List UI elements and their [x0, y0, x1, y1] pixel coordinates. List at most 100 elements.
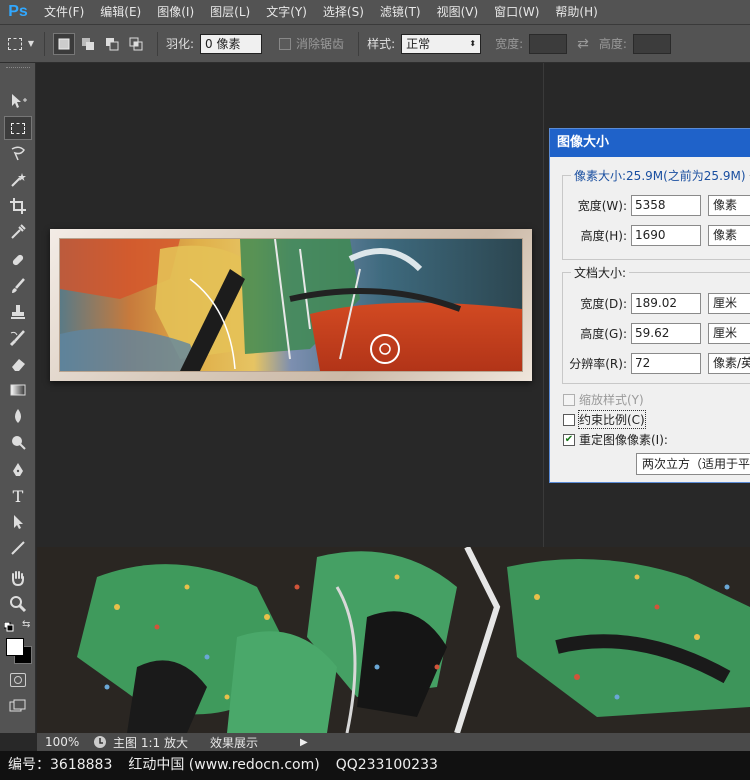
path-select-tool[interactable]: [4, 510, 32, 534]
quick-mask-icon: [14, 676, 22, 684]
hand-icon: [12, 571, 24, 587]
doc-height-label: 高度(G):: [580, 326, 627, 341]
tool-preset-picker[interactable]: ▼: [6, 32, 36, 56]
doc-info-icon[interactable]: [93, 735, 107, 749]
menu-type[interactable]: 文字(Y): [258, 0, 315, 25]
blur-tool[interactable]: [4, 404, 32, 428]
height-input[interactable]: [632, 33, 671, 54]
hand-tool[interactable]: [4, 566, 32, 590]
clone-stamp-icon: [11, 305, 25, 319]
magic-wand-icon: [11, 173, 26, 187]
menu-filter[interactable]: 滤镜(T): [372, 0, 429, 25]
document-size-legend: 文档大小:: [571, 264, 630, 281]
chevron-down-icon: ▼: [27, 39, 35, 48]
status-menu-arrow-icon[interactable]: ▶: [300, 737, 308, 748]
add-selection-button[interactable]: [77, 33, 99, 55]
height-label: 高度:: [598, 37, 627, 51]
menu-window[interactable]: 窗口(W): [486, 0, 547, 25]
swap-icon[interactable]: ⇄: [577, 36, 589, 52]
resample-checkbox[interactable]: ✔ 重定图像像素(I):: [563, 431, 668, 448]
px-width-label: 宽度(W):: [577, 198, 627, 213]
watermark-qq: QQ233100233: [335, 757, 438, 773]
zoom-tool[interactable]: [4, 592, 32, 616]
gradient-tool[interactable]: [4, 378, 32, 402]
resolution-input[interactable]: 72: [631, 352, 701, 374]
marquee-tool[interactable]: [4, 116, 32, 140]
checkmark-icon: ✔: [563, 433, 575, 446]
history-brush-icon: [9, 330, 25, 347]
healing-brush-tool[interactable]: [4, 248, 32, 272]
scale-styles-box: [563, 393, 575, 406]
brush-tool[interactable]: [4, 274, 32, 298]
style-select[interactable]: 正常 ⬍: [401, 33, 482, 54]
constrain-label: 约束比例(C): [578, 410, 646, 429]
move-tool[interactable]: [4, 89, 32, 113]
px-height-input[interactable]: 1690: [631, 224, 701, 246]
eyedropper-tool[interactable]: [4, 220, 32, 244]
subtract-selection-icon: [106, 37, 119, 50]
doc-height-unit-select[interactable]: 厘米: [708, 322, 750, 344]
menu-image[interactable]: 图像(I): [149, 0, 202, 25]
line-tool[interactable]: [4, 536, 32, 560]
menu-layer[interactable]: 图层(L): [202, 0, 258, 25]
magic-wand-tool[interactable]: [4, 168, 32, 192]
resample-method-select[interactable]: 两次立方（适用于平滑渐变）: [636, 453, 750, 475]
gradient-icon: [10, 384, 26, 396]
menu-help[interactable]: 帮助(H): [547, 0, 605, 25]
zoomed-detail-view: [37, 547, 750, 733]
zoom-level[interactable]: 100%: [37, 735, 87, 749]
screen-mode-button[interactable]: [9, 699, 27, 713]
resolution-label: 分辨率(R):: [569, 356, 627, 371]
type-tool[interactable]: T: [4, 484, 32, 508]
constrain-proportions-checkbox[interactable]: 约束比例(C): [563, 410, 646, 429]
px-width-unit-select[interactable]: 像素: [708, 194, 750, 216]
px-height-unit-select[interactable]: 像素: [708, 224, 750, 246]
doc-width-unit-select[interactable]: 厘米: [708, 292, 750, 314]
new-selection-button[interactable]: [53, 32, 75, 55]
px-height-row: 高度(H): 1690 像素: [563, 224, 750, 246]
constrain-box: [563, 413, 575, 426]
dialog-title[interactable]: 图像大小: [550, 129, 750, 157]
scale-styles-checkbox[interactable]: 缩放样式(Y): [563, 391, 644, 408]
doc-height-row: 高度(G): 59.62 厘米: [563, 322, 750, 344]
quick-mask-button[interactable]: [10, 673, 26, 687]
abstract-painting-image: [60, 239, 522, 371]
dodge-icon: [12, 436, 26, 450]
screen-mode-icon: [9, 699, 26, 712]
antialias-label: 消除锯齿: [296, 37, 345, 51]
menu-file[interactable]: 文件(F): [36, 0, 92, 25]
swap-colors-icon[interactable]: ⇆: [22, 619, 30, 630]
pen-tool[interactable]: [4, 458, 32, 482]
canvas-divider: [543, 63, 544, 547]
menu-select[interactable]: 选择(S): [315, 0, 372, 25]
feather-input[interactable]: 0 像素: [200, 33, 263, 54]
rect-marquee-icon: [7, 37, 22, 50]
crop-icon: [10, 198, 26, 214]
foreground-color-swatch[interactable]: [6, 638, 24, 656]
width-input[interactable]: [529, 33, 568, 54]
subtract-selection-button[interactable]: [101, 33, 123, 55]
menu-view[interactable]: 视图(V): [429, 0, 487, 25]
crop-tool[interactable]: [4, 194, 32, 218]
antialias-checkbox[interactable]: [279, 37, 292, 50]
menu-bar: Ps 文件(F) 编辑(E) 图像(I) 图层(L) 文字(Y) 选择(S) 滤…: [0, 0, 750, 25]
doc-width-input[interactable]: 189.02: [631, 292, 701, 314]
clone-stamp-tool[interactable]: [4, 300, 32, 324]
intersect-selection-button[interactable]: [125, 33, 147, 55]
px-width-input[interactable]: 5358: [631, 194, 701, 216]
doc-height-input[interactable]: 59.62: [631, 322, 701, 344]
px-height-label: 高度(H):: [580, 228, 627, 243]
toolbox-grip[interactable]: [6, 67, 30, 70]
healing-brush-icon: [12, 254, 24, 266]
watermark-id: 编号：3618883: [8, 757, 113, 773]
line-icon: [11, 541, 25, 555]
dodge-tool[interactable]: [4, 430, 32, 454]
resolution-unit-select[interactable]: 像素/英寸: [708, 352, 750, 374]
add-selection-icon: [82, 37, 94, 50]
default-colors-icon[interactable]: [3, 621, 14, 632]
history-brush-tool[interactable]: [4, 326, 32, 350]
lasso-tool[interactable]: [4, 142, 32, 166]
eraser-tool[interactable]: [4, 352, 32, 376]
zoomed-texture-image: [37, 547, 750, 733]
menu-edit[interactable]: 编辑(E): [92, 0, 149, 25]
